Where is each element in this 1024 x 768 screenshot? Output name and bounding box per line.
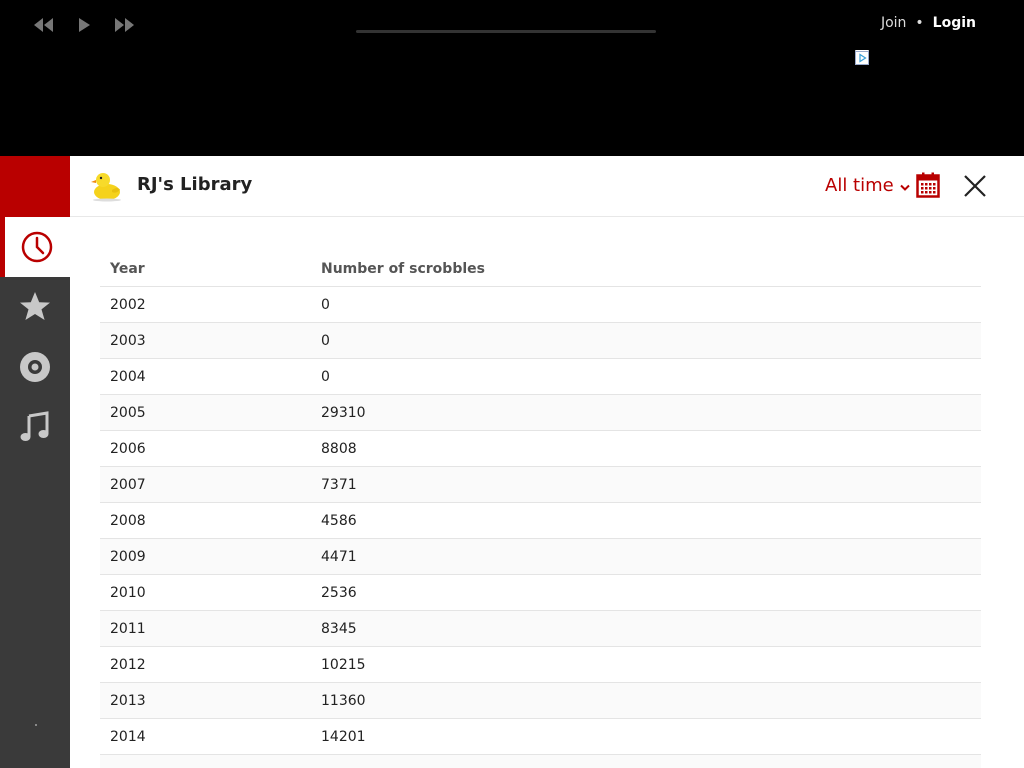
scrobble-count-cell: 29310 <box>311 394 981 431</box>
library-panel: RJ's Library All time Year Number of scr… <box>70 156 1024 768</box>
clock-icon <box>21 231 52 263</box>
sidebar-item-albums[interactable] <box>0 337 70 397</box>
auth-links: Join • Login <box>881 15 976 31</box>
scrobble-count-cell: 4471 <box>311 538 981 575</box>
chevron-down-icon <box>900 176 910 197</box>
table-row: 2005 29310 <box>100 394 981 431</box>
table-row: 2006 8808 <box>100 430 981 467</box>
adchoices-icon[interactable] <box>855 50 869 65</box>
disc-icon <box>20 352 50 382</box>
music-note-icon <box>20 411 49 441</box>
year-cell: 2002 <box>100 286 311 323</box>
library-header: RJ's Library All time <box>70 156 1024 217</box>
track-progress-bar[interactable] <box>356 30 656 33</box>
page-title: RJ's Library <box>137 174 253 195</box>
scrobble-count-cell <box>311 754 981 768</box>
rewind-icon <box>34 18 53 32</box>
scrobble-count-cell: 14201 <box>311 718 981 755</box>
scrobble-count-cell: 0 <box>311 322 981 359</box>
login-link[interactable]: Login <box>933 15 976 31</box>
scrobble-count-cell: 4586 <box>311 502 981 539</box>
column-header-year: Year <box>100 252 311 287</box>
scrobble-count-cell: 0 <box>311 358 981 395</box>
year-cell: 2012 <box>100 646 311 683</box>
table-row: 2011 8345 <box>100 610 981 647</box>
year-cell: 2004 <box>100 358 311 395</box>
sidebar <box>0 156 70 768</box>
year-cell: 2014 <box>100 718 311 755</box>
year-cell: 2007 <box>100 466 311 503</box>
previous-track-button[interactable] <box>32 16 56 34</box>
scrobble-count-cell: 11360 <box>311 682 981 719</box>
year-cell: 2009 <box>100 538 311 575</box>
year-cell <box>100 754 311 768</box>
sidebar-item-tracks[interactable] <box>0 397 70 457</box>
column-header-scrobbles: Number of scrobbles <box>311 252 981 287</box>
scrobbles-table: Year Number of scrobbles 2002 0 2003 0 2004 0… <box>100 252 981 768</box>
table-row: 2012 10215 <box>100 646 981 683</box>
table-row: 2008 4586 <box>100 502 981 539</box>
star-icon <box>20 292 50 320</box>
year-cell: 2013 <box>100 682 311 719</box>
date-range-label: All time <box>825 175 894 196</box>
table-row: 2007 7371 <box>100 466 981 503</box>
scrobble-count-cell: 10215 <box>311 646 981 683</box>
calendar-icon <box>916 172 940 198</box>
year-cell: 2008 <box>100 502 311 539</box>
table-row: 2013 11360 <box>100 682 981 719</box>
table-row: 2009 4471 <box>100 538 981 575</box>
sidebar-header <box>0 156 70 217</box>
table-header-row: Year Number of scrobbles <box>100 252 981 287</box>
scrobble-count-cell: 7371 <box>311 466 981 503</box>
year-cell: 2005 <box>100 394 311 431</box>
scrobble-count-cell: 0 <box>311 286 981 323</box>
close-icon <box>964 175 986 197</box>
rubber-duck-icon <box>91 173 121 202</box>
sidebar-item-artists[interactable] <box>0 277 70 337</box>
play-button[interactable] <box>75 16 99 34</box>
table-row: 2003 0 <box>100 322 981 359</box>
fast-forward-icon <box>115 18 134 32</box>
auth-separator: • <box>915 15 924 31</box>
year-cell: 2010 <box>100 574 311 611</box>
table-row: 2004 0 <box>100 358 981 395</box>
join-link[interactable]: Join <box>881 15 906 31</box>
calendar-button[interactable] <box>916 172 940 198</box>
player-bar: Join • Login <box>0 0 1024 156</box>
year-cell: 2006 <box>100 430 311 467</box>
table-row: 2010 2536 <box>100 574 981 611</box>
close-button[interactable] <box>964 175 986 197</box>
scrobble-count-cell: 8808 <box>311 430 981 467</box>
next-track-button[interactable] <box>112 16 136 34</box>
avatar <box>90 168 124 202</box>
sidebar-dot <box>35 724 37 726</box>
date-range-dropdown[interactable]: All time <box>825 175 910 197</box>
scrobble-count-cell: 2536 <box>311 574 981 611</box>
table-row <box>100 754 981 768</box>
year-cell: 2011 <box>100 610 311 647</box>
table-row: 2014 14201 <box>100 718 981 755</box>
play-icon <box>79 18 90 32</box>
scrobble-count-cell: 8345 <box>311 610 981 647</box>
table-row: 2002 0 <box>100 286 981 323</box>
sidebar-item-scrobbles[interactable] <box>0 217 70 277</box>
year-cell: 2003 <box>100 322 311 359</box>
